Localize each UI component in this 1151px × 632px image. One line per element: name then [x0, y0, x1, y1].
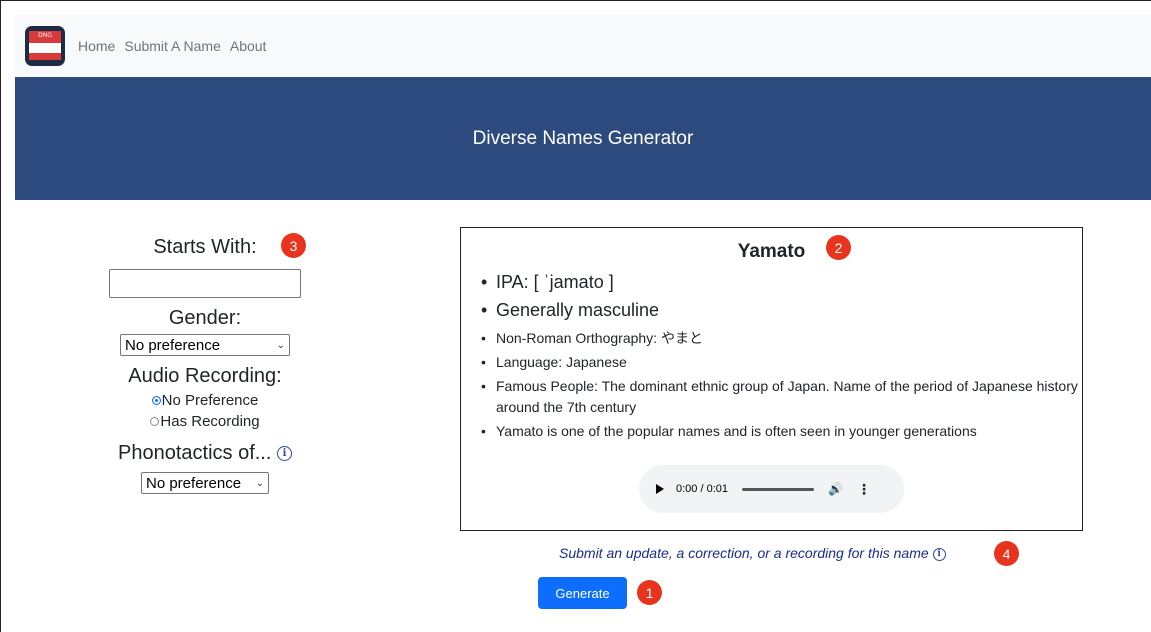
phonotactics-select[interactable]: No preference ⌄ — [141, 472, 269, 494]
page-title: Diverse Names Generator — [472, 127, 694, 149]
detail-orthography: Non-Roman Orthography: やまと — [481, 328, 1082, 349]
app-logo[interactable]: DNG — [25, 26, 65, 66]
chevron-down-icon: ⌄ — [276, 339, 285, 351]
audio-player: 0:00 / 0:01 🔊 ⋮ — [639, 465, 904, 513]
logo-band-middle — [29, 43, 61, 53]
submit-update-link[interactable]: Submit an update, a correction, or a rec… — [559, 545, 946, 561]
detail-famous-people: Famous People: The dominant ethnic group… — [481, 376, 1082, 418]
detail-language: Language: Japanese — [481, 352, 1082, 373]
radio-no-preference[interactable] — [151, 396, 161, 405]
name-title: Yamato — [737, 241, 806, 262]
filter-panel: Starts With: Gender: No preference ⌄ Aud… — [100, 236, 310, 494]
detail-popularity: Yamato is one of the popular names and i… — [481, 421, 1082, 442]
gender-note-item: Generally masculine — [481, 300, 1082, 321]
annotation-badge-4: 4 — [994, 541, 1019, 566]
annotation-badge-2: 2 — [826, 235, 851, 260]
play-icon[interactable] — [656, 484, 664, 494]
gender-label: Gender: — [168, 307, 242, 329]
starts-with-input[interactable] — [109, 269, 301, 298]
radio-has-recording[interactable] — [150, 417, 160, 426]
info-icon[interactable]: i — [932, 547, 946, 561]
audio-option-no-preference[interactable]: No Preference — [100, 392, 310, 409]
name-card: Yamato IPA: [ ˈjamato ] Generally mascul… — [460, 227, 1083, 531]
submit-update-text: Submit an update, a correction, or a rec… — [559, 545, 929, 561]
nav-link-home[interactable]: Home — [78, 38, 115, 54]
generate-button[interactable]: Generate — [538, 577, 627, 609]
gender-select[interactable]: No preference ⌄ — [120, 334, 290, 356]
more-options-icon[interactable]: ⋮ — [857, 481, 871, 498]
radio-label-no-preference: No Preference — [161, 392, 259, 409]
radio-label-has-recording: Has Recording — [160, 413, 260, 430]
audio-option-has-recording[interactable]: Has Recording — [100, 413, 310, 430]
phonotactics-select-value: No preference — [146, 474, 242, 492]
nav-link-submit-a-name[interactable]: Submit A Name — [124, 38, 221, 54]
phonotactics-label: Phonotactics of... — [118, 442, 272, 464]
volume-icon[interactable]: 🔊 — [828, 482, 843, 496]
hero-banner: Diverse Names Generator — [15, 77, 1151, 200]
audio-progress-track[interactable] — [742, 487, 814, 491]
name-details-list: IPA: [ ˈjamato ] Generally masculine Non… — [481, 272, 1082, 442]
phonotactics-label-row: Phonotactics of... i — [100, 442, 310, 465]
starts-with-label: Starts With: — [153, 236, 257, 258]
logo-band-bottom — [29, 53, 61, 60]
gender-select-value: No preference — [125, 336, 221, 354]
annotation-badge-3: 3 — [281, 233, 306, 258]
top-navbar: DNG Home Submit A Name About — [15, 15, 1151, 77]
nav-link-about[interactable]: About — [230, 38, 267, 54]
info-icon[interactable]: i — [276, 446, 292, 462]
chevron-down-icon: ⌄ — [255, 477, 264, 489]
annotation-badge-1: 1 — [637, 580, 662, 605]
ipa-item: IPA: [ ˈjamato ] — [481, 272, 1082, 293]
logo-text: DNG — [38, 32, 52, 39]
nav-links: Home Submit A Name About — [78, 38, 266, 54]
audio-time: 0:00 / 0:01 — [676, 483, 728, 495]
audio-recording-label: Audio Recording: — [128, 365, 282, 387]
